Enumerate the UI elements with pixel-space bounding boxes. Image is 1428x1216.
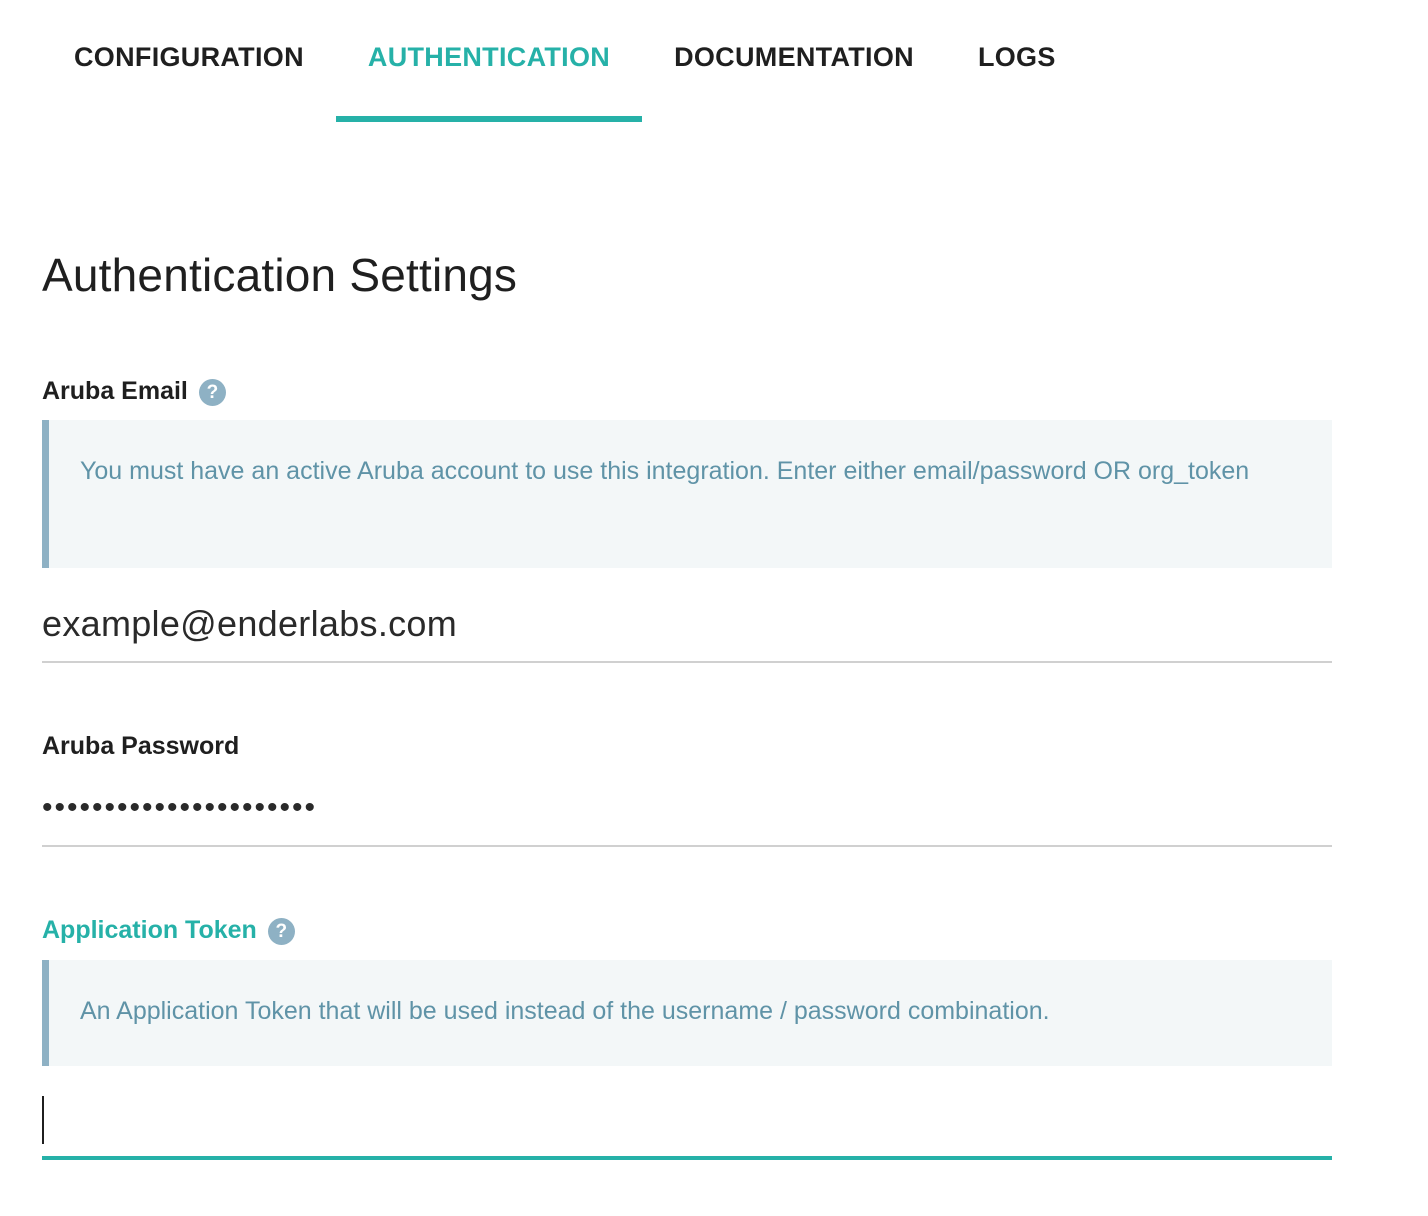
token-hint-callout: An Application Token that will be used i… [42,960,1332,1066]
token-hint-text: An Application Token that will be used i… [80,997,1050,1025]
tab-documentation-label: DOCUMENTATION [674,42,914,72]
tab-authentication-label: AUTHENTICATION [367,42,611,72]
token-field-wrap [42,1094,1332,1160]
password-label: Aruba Password [42,732,239,761]
token-help-icon[interactable]: ? [267,918,295,945]
email-label: Aruba Email ? [42,376,226,406]
email-label-text: Aruba Email [42,376,188,405]
tab-logs-label: LOGS [977,42,1056,72]
tab-configuration[interactable]: CONFIGURATION [42,0,336,122]
tab-configuration-label: CONFIGURATION [74,42,304,72]
email-hint-text: You must have an active Aruba account to… [80,457,1250,485]
token-input[interactable] [42,1094,1332,1156]
tab-authentication[interactable]: AUTHENTICATION [335,0,643,122]
email-input[interactable] [42,587,1332,661]
token-label-text: Application Token [42,915,257,944]
tab-bar: CONFIGURATION AUTHENTICATION DOCUMENTATI… [42,0,1088,122]
section-title: Authentication Settings [42,249,518,301]
password-field-wrap [42,771,1332,847]
token-label: Application Token ? [42,915,295,945]
password-label-text: Aruba Password [42,732,240,760]
email-help-icon[interactable]: ? [198,379,226,406]
tab-documentation[interactable]: DOCUMENTATION [642,0,946,122]
password-input[interactable] [42,771,1332,845]
email-field-wrap [42,587,1332,663]
text-caret [42,1096,44,1144]
tab-logs[interactable]: LOGS [946,0,1088,122]
email-hint-callout: You must have an active Aruba account to… [42,420,1332,568]
